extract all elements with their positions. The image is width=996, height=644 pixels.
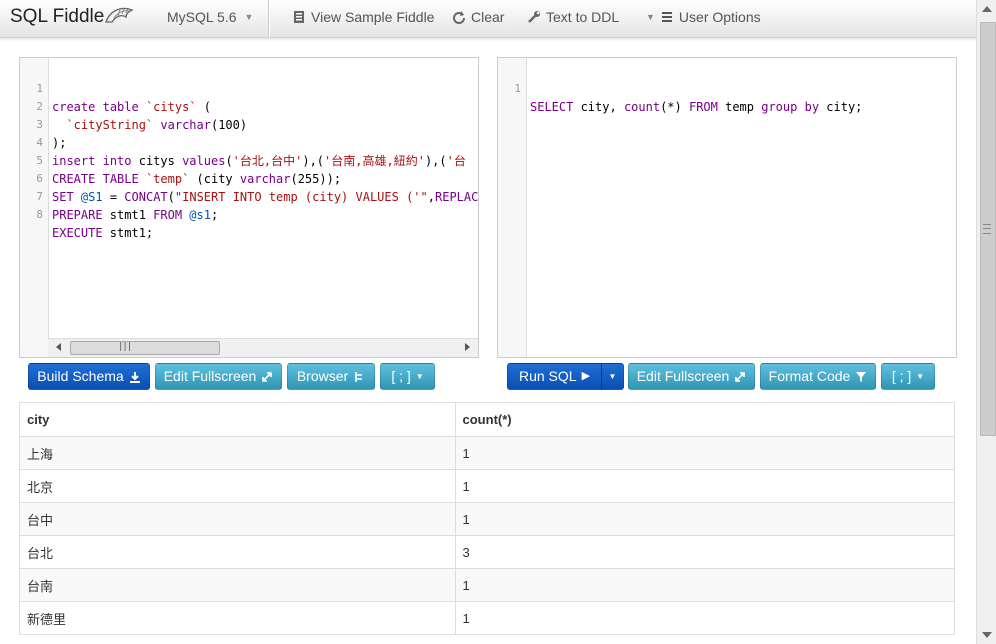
db-version-dropdown[interactable]: MySQL 5.6 ▼ <box>167 9 253 25</box>
results-header-row: city count(*) <box>19 402 956 437</box>
city-cell: 台北 <box>19 535 456 569</box>
db-version-label: MySQL 5.6 <box>167 9 237 25</box>
refresh-icon <box>453 11 465 24</box>
column-header-count: count(*) <box>454 402 956 437</box>
run-sql-options-dropdown[interactable]: ▼ <box>601 363 624 390</box>
chevron-down-icon: ▼ <box>646 12 655 22</box>
query-delimiter-dropdown[interactable]: [ ; ] ▼ <box>881 363 935 390</box>
query-edit-fullscreen-button[interactable]: Edit Fullscreen <box>628 363 755 390</box>
schema-line: 4 insert into citys values('台北,台中'),('台南… <box>36 136 466 168</box>
schema-line: 8 EXECUTE stmt1; <box>36 208 154 240</box>
download-icon <box>129 371 140 383</box>
table-row: 台北 3 <box>19 535 956 569</box>
format-code-button[interactable]: Format Code <box>760 363 876 390</box>
chevron-down-icon: ▼ <box>244 12 254 22</box>
count-cell: 1 <box>454 469 956 503</box>
count-cell: 1 <box>454 436 956 470</box>
chevron-down-icon: ▼ <box>916 372 925 381</box>
table-row: 台南 1 <box>19 568 956 602</box>
wrench-icon <box>528 11 540 23</box>
schema-line: 7 PREPARE stmt1 FROM @s1; <box>36 190 219 222</box>
city-cell: 台南 <box>19 568 456 602</box>
clear-label: Clear <box>471 9 505 25</box>
column-header-city: city <box>19 402 456 437</box>
text-to-ddl-label: Text to DDL <box>546 9 620 25</box>
schema-line: 3 ); <box>36 118 67 150</box>
expand-icon <box>735 371 746 382</box>
build-schema-button[interactable]: Build Schema <box>28 363 150 390</box>
schema-line: 6 SET @S1 = CONCAT("INSERT INTO temp (ci… <box>36 172 479 204</box>
query-line: 1 SELECT city, count(*) FROM temp group … <box>514 82 863 114</box>
table-row: 台中 1 <box>19 502 956 536</box>
table-row: 上海 1 <box>19 436 956 470</box>
run-sql-button[interactable]: Run SQL ▶ <box>507 363 602 390</box>
schema-line: 1 create table `citys` ( <box>36 82 211 114</box>
table-row: 新德里 1 <box>19 601 956 635</box>
schema-delimiter-dropdown[interactable]: [ ; ] ▼ <box>380 363 435 390</box>
schema-horizontal-scrollbar[interactable]: ||| <box>48 338 478 357</box>
chevron-down-icon: ▼ <box>415 372 424 381</box>
list-icon <box>661 12 672 22</box>
clear-link[interactable]: Clear <box>452 9 504 25</box>
results-table: city count(*) 上海 1 北京 1 台中 1 台北 3 台南 1 新… <box>19 402 956 635</box>
scroll-left-icon[interactable] <box>56 343 61 351</box>
dolphin-logo-icon <box>105 7 134 23</box>
chevron-down-icon: ▼ <box>608 372 617 381</box>
text-to-ddl-link[interactable]: Text to DDL <box>527 9 619 25</box>
brand-title[interactable]: SQL Fiddle <box>10 6 104 28</box>
user-options-label: User Options <box>678 9 761 25</box>
schema-edit-fullscreen-button[interactable]: Edit Fullscreen <box>155 363 282 390</box>
page-vertical-scrollbar[interactable] <box>976 0 996 644</box>
schema-editor[interactable]: 1 create table `citys` ( 2 `cityString` … <box>19 57 479 358</box>
top-navbar: SQL Fiddle MySQL 5.6 ▼ View Sample Fiddl… <box>0 0 976 38</box>
scroll-down-icon[interactable] <box>982 632 992 638</box>
scroll-thumb[interactable] <box>70 341 220 355</box>
query-editor[interactable]: 1 SELECT city, count(*) FROM temp group … <box>497 57 957 358</box>
scroll-grip-icon <box>983 224 991 234</box>
play-icon: ▶ <box>581 370 591 382</box>
city-cell: 上海 <box>19 436 456 470</box>
scroll-right-icon[interactable] <box>465 343 470 351</box>
expand-icon <box>262 371 273 382</box>
tree-icon <box>355 371 363 382</box>
view-sample-fiddle-label: View Sample Fiddle <box>311 9 435 25</box>
count-cell: 1 <box>454 601 956 635</box>
table-row: 北京 1 <box>19 469 956 503</box>
count-cell: 1 <box>454 502 956 536</box>
scroll-grip-icon: ||| <box>118 342 132 352</box>
city-cell: 台中 <box>19 502 456 536</box>
city-cell: 新德里 <box>19 601 456 635</box>
count-cell: 1 <box>454 568 956 602</box>
scroll-up-icon[interactable] <box>982 6 992 12</box>
browser-button[interactable]: Browser <box>287 363 375 390</box>
nav-divider <box>268 0 269 38</box>
schema-line: 2 `cityString` varchar(100) <box>36 100 248 132</box>
view-sample-fiddle-link[interactable]: View Sample Fiddle <box>292 9 434 25</box>
user-options-dropdown[interactable]: ▼ User Options <box>646 9 761 25</box>
city-cell: 北京 <box>19 469 456 503</box>
schema-line: 5 CREATE TABLE `temp` (city varchar(255)… <box>36 154 342 186</box>
filter-icon <box>856 371 867 382</box>
document-icon <box>294 11 304 23</box>
count-cell: 3 <box>454 535 956 569</box>
